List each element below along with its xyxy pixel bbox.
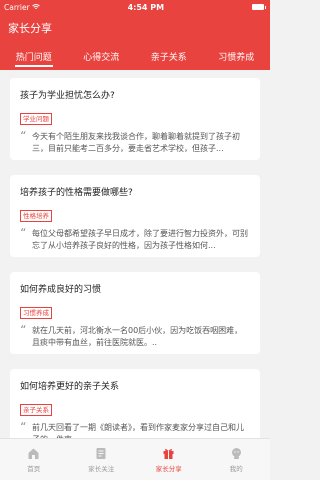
- wifi-icon: [31, 3, 40, 12]
- bottom-tab-parent-focus[interactable]: 家长关注: [68, 439, 136, 480]
- article-card[interactable]: 如何培养更好的亲子关系 亲子关系 “ 前几天回看了一期《朗读者》，看到作家麦家分…: [10, 369, 260, 438]
- category-tabs: 热门问题 心得交流 亲子关系 习惯养成: [0, 42, 270, 70]
- article-tag: 学业问题: [20, 113, 52, 125]
- battery-icon: [251, 4, 266, 10]
- article-title: 如何养成良好的习惯: [20, 285, 102, 295]
- article-excerpt: “ 就在几天前，河北衡水一名00后小伙，因为吃饭吞咽困难，且痰中带有血丝，前往医…: [20, 323, 250, 349]
- profile-icon: [229, 447, 243, 461]
- tab-hot-questions[interactable]: 热门问题: [0, 42, 68, 70]
- quote-icon: “: [20, 420, 27, 434]
- tab-label: 习惯养成: [218, 52, 255, 63]
- article-tag: 习惯养成: [20, 307, 52, 319]
- bottom-tab-label: 我的: [229, 464, 243, 473]
- article-excerpt: “ 前几天回看了一期《朗读者》，看到作家麦家分享过自己和儿子的一件事。...: [20, 420, 250, 438]
- tab-experience-exchange[interactable]: 心得交流: [68, 42, 136, 70]
- nav-bar: 家长分享: [0, 14, 270, 42]
- article-card[interactable]: 孩子为学业担忧怎么办? 学业问题 “ 今天有个陌生朋友来找我谈合作，聊着聊着就提…: [10, 78, 260, 160]
- article-tag: 亲子关系: [20, 404, 52, 416]
- article-card[interactable]: 如何养成良好的习惯 习惯养成 “ 就在几天前，河北衡水一名00后小伙，因为吃饭吞…: [10, 272, 260, 354]
- status-bar: Carrier 4:54 PM: [0, 0, 270, 14]
- document-icon: [94, 447, 108, 461]
- bottom-tab-label: 家长关注: [88, 464, 115, 473]
- gift-icon: [162, 447, 176, 461]
- quote-icon: “: [20, 323, 27, 337]
- tab-label: 热门问题: [15, 52, 52, 63]
- article-card[interactable]: 培养孩子的性格需要做哪些? 性格培养 “ 每位父母都希望孩子早日成才，除了要进行…: [10, 175, 260, 257]
- quote-icon: “: [20, 129, 27, 143]
- article-title: 孩子为学业担忧怎么办?: [20, 91, 115, 101]
- excerpt-text: 前几天回看了一期《朗读者》，看到作家麦家分享过自己和儿子的一件事。...: [32, 423, 244, 438]
- status-time: 4:54 PM: [127, 2, 165, 12]
- page-title: 家长分享: [8, 22, 52, 35]
- article-title: 如何培养更好的亲子关系: [20, 382, 120, 392]
- bottom-tab-mine[interactable]: 我的: [203, 439, 271, 480]
- excerpt-text: 每位父母都希望孩子早日成才，除了要进行智力投资外，可别忘了从小培养孩子良好的性格…: [32, 229, 248, 250]
- bottom-tab-home[interactable]: 首页: [0, 439, 68, 480]
- excerpt-text: 今天有个陌生朋友来找我谈合作，聊着聊着就提到了孩子初三，目前只能考二百多分，要走…: [32, 132, 240, 153]
- article-excerpt: “ 每位父母都希望孩子早日成才，除了要进行智力投资外，可别忘了从小培养孩子良好的…: [20, 226, 250, 252]
- quote-icon: “: [20, 226, 27, 240]
- bottom-tab-label: 首页: [27, 464, 41, 473]
- tab-habit-building[interactable]: 习惯养成: [203, 42, 271, 70]
- bottom-tab-label: 家长分享: [155, 464, 182, 473]
- tab-parent-child[interactable]: 亲子关系: [135, 42, 203, 70]
- article-list: 孩子为学业担忧怎么办? 学业问题 “ 今天有个陌生朋友来找我谈合作，聊着聊着就提…: [0, 70, 270, 438]
- tab-label: 心得交流: [83, 52, 120, 63]
- tab-label: 亲子关系: [150, 52, 187, 63]
- bottom-tab-parent-share[interactable]: 家长分享: [135, 439, 203, 480]
- article-excerpt: “ 今天有个陌生朋友来找我谈合作，聊着聊着就提到了孩子初三，目前只能考二百多分，…: [20, 129, 250, 155]
- bottom-tab-bar: 首页 家长关注 家长分享 我的: [0, 438, 270, 480]
- home-icon: [27, 447, 41, 461]
- excerpt-text: 就在几天前，河北衡水一名00后小伙，因为吃饭吞咽困难，且痰中带有血丝，前往医院就…: [32, 326, 243, 347]
- status-left: Carrier: [4, 3, 40, 12]
- carrier-label: Carrier: [4, 2, 30, 12]
- article-title: 培养孩子的性格需要做哪些?: [20, 188, 133, 198]
- article-tag: 性格培养: [20, 210, 52, 222]
